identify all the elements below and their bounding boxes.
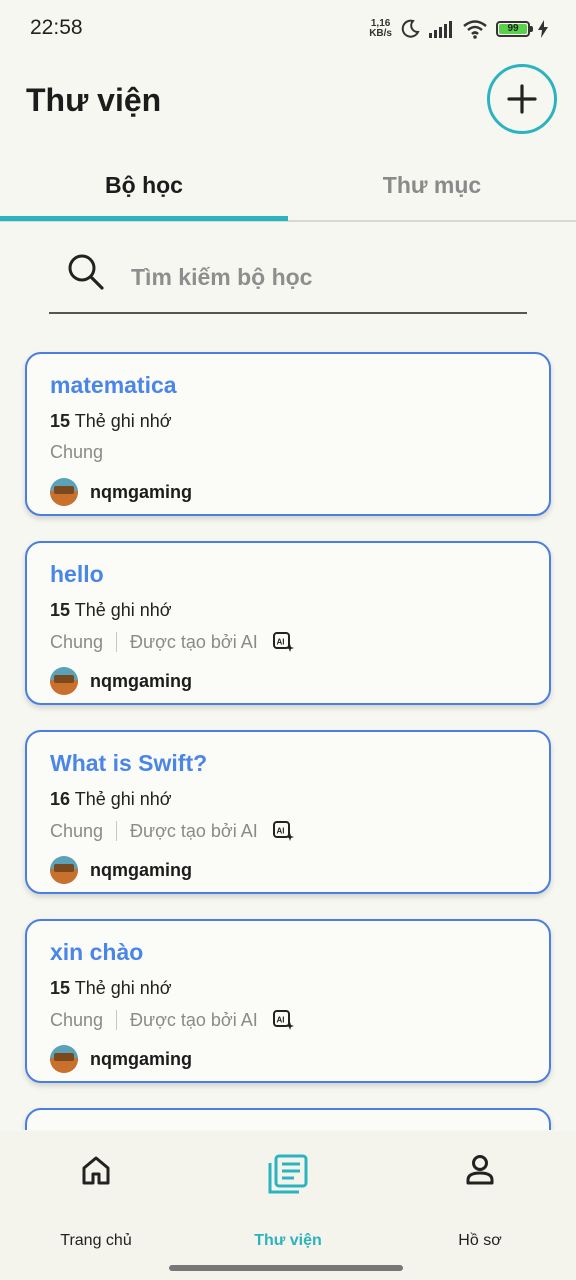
svg-text:AI: AI [276,1016,284,1025]
deck-title: xin chào [50,939,144,965]
deck-meta: Chung Được tạo bởi AI AI [50,1009,294,1031]
nav-library[interactable]: Thư viện [192,1153,384,1249]
svg-text:AI: AI [276,638,284,647]
deck-author: nqmgaming [50,478,192,506]
page-title: Thư viện [26,82,162,118]
deck-card[interactable]: xin chào 15 Thẻ ghi nhớ Chung Được tạo b… [25,919,551,1083]
deck-author: nqmgaming [50,856,192,884]
author-name: nqmgaming [90,481,192,502]
search-bar [49,242,527,314]
deck-category: Chung [50,442,104,462]
search-input[interactable] [129,256,513,298]
ai-sparkle-icon: AI [272,632,294,652]
wifi-icon [463,20,487,39]
deck-category: Chung [50,820,104,841]
deck-meta: Chung Được tạo bởi AI AI [50,820,294,842]
profile-icon [466,1155,494,1185]
ai-sparkle-icon: AI [272,1010,294,1030]
battery-level: 99 [499,24,527,34]
home-indicator[interactable] [169,1265,403,1271]
signal-icon [429,21,452,38]
deck-title: hello [50,561,104,587]
search-icon [68,254,104,290]
tab-active-indicator [0,216,288,221]
ai-generated-label: Được tạo bởi AI [130,820,258,841]
author-name: nqmgaming [90,1048,192,1069]
tab-decks[interactable]: Bộ học [0,150,288,220]
deck-category: Chung [50,631,104,652]
home-icon [82,1156,110,1185]
author-name: nqmgaming [90,670,192,691]
deck-card[interactable]: hello 15 Thẻ ghi nhớ Chung Được tạo bởi … [25,541,551,705]
deck-card-count: 15 Thẻ ghi nhớ [50,600,172,620]
deck-card[interactable]: hello [25,1108,551,1130]
deck-title: matematica [50,372,177,398]
status-icons: 1,16 KB/s 99 [369,14,548,44]
deck-card[interactable]: matematica 15 Thẻ ghi nhớ Chung nqmgamin… [25,352,551,516]
nav-profile[interactable]: Hồ sơ [384,1153,576,1249]
deck-title: What is Swift? [50,750,208,776]
deck-card[interactable]: What is Swift? 16 Thẻ ghi nhớ Chung Được… [25,730,551,894]
author-name: nqmgaming [90,859,192,880]
avatar [50,667,78,695]
avatar [50,856,78,884]
library-icon [268,1154,308,1194]
charging-icon [538,20,548,38]
deck-card-count: 15 Thẻ ghi nhớ [50,978,172,998]
meta-divider [116,632,118,652]
add-deck-button[interactable] [487,64,557,134]
avatar [50,1045,78,1073]
deck-list: matematica 15 Thẻ ghi nhớ Chung nqmgamin… [0,350,576,1130]
moon-icon [401,19,420,38]
plus-icon [507,84,537,114]
deck-card-count: 15 Thẻ ghi nhớ [50,411,172,431]
status-time: 22:58 [30,16,83,39]
status-bar: 22:58 1,16 KB/s 99 [0,0,576,60]
deck-author: nqmgaming [50,1045,192,1073]
ai-sparkle-icon: AI [272,821,294,841]
tab-folders[interactable]: Thư mục [288,150,576,220]
deck-meta: Chung [50,442,103,463]
nav-home[interactable]: Trang chủ [0,1153,192,1249]
bottom-nav: Trang chủ Thư viện Hồ sơ [0,1131,576,1280]
deck-meta: Chung Được tạo bởi AI AI [50,631,294,653]
meta-divider [116,821,118,841]
deck-card-count: 16 Thẻ ghi nhớ [50,789,172,809]
ai-generated-label: Được tạo bởi AI [130,1009,258,1030]
deck-category: Chung [50,1009,104,1030]
battery-icon: 99 [496,21,533,37]
avatar [50,478,78,506]
deck-title: hello [50,1128,104,1130]
tab-bar: Bộ học Thư mục [0,150,576,222]
deck-author: nqmgaming [50,667,192,695]
network-speed: 1,16 KB/s [369,18,392,39]
meta-divider [116,1010,118,1030]
svg-text:AI: AI [276,827,284,836]
ai-generated-label: Được tạo bởi AI [130,631,258,652]
